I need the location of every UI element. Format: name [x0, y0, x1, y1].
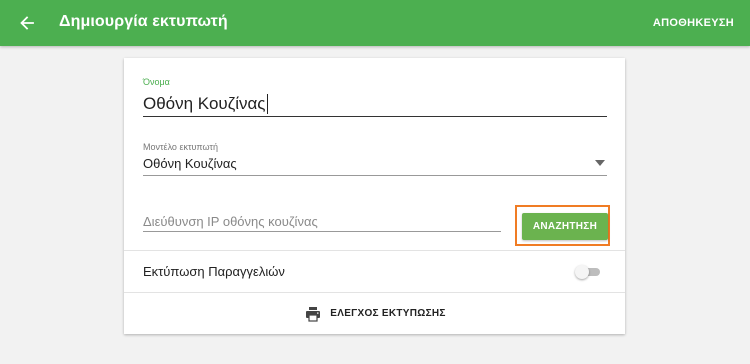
ip-address-placeholder: Διεύθυνση IP οθόνης κουζίνας: [143, 214, 318, 229]
printer-icon: [306, 306, 321, 322]
test-print-label: ΕΛΕΓΧΟΣ ΕΚΤΥΠΩΣΗΣ: [330, 308, 446, 319]
arrow-back-icon: [20, 16, 34, 30]
name-input-value: Οθόνη Κουζίνας: [143, 94, 266, 113]
save-button[interactable]: ΑΠΟΘΗΚΕΥΣΗ: [653, 17, 734, 29]
page-title: Δημιουργία εκτυπωτή: [59, 13, 228, 30]
test-print-button[interactable]: ΕΛΕΓΧΟΣ ΕΚΤΥΠΩΣΗΣ: [124, 293, 625, 334]
search-button[interactable]: ΑΝΑΖΗΤΗΣΗ: [522, 213, 608, 240]
app-bar: Δημιουργία εκτυπωτή ΑΠΟΘΗΚΕΥΣΗ: [0, 0, 750, 46]
print-orders-toggle[interactable]: [575, 265, 601, 279]
ip-address-input[interactable]: Διεύθυνση IP οθόνης κουζίνας: [143, 214, 501, 232]
name-field-label: Όνομα: [143, 77, 170, 87]
divider: [124, 250, 625, 251]
print-orders-label: Εκτύπωση Παραγγελιών: [143, 264, 285, 279]
dropdown-arrow-icon: [595, 160, 605, 166]
toggle-thumb: [575, 265, 589, 279]
model-field-label: Μοντέλο εκτυπωτή: [143, 142, 218, 152]
text-caret: [266, 94, 268, 114]
printer-model-select[interactable]: Οθόνη Κουζίνας: [143, 155, 607, 176]
back-button[interactable]: [16, 12, 38, 34]
printer-model-value: Οθόνη Κουζίνας: [143, 156, 237, 171]
printer-form-card: Όνομα Οθόνη Κουζίνας Μοντέλο εκτυπωτή Οθ…: [124, 58, 625, 334]
name-input[interactable]: Οθόνη Κουζίνας: [143, 92, 607, 117]
